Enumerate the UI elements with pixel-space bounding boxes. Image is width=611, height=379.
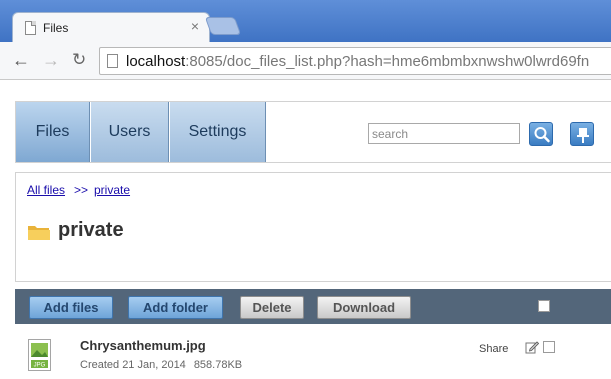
page-icon: [107, 54, 118, 68]
tab-settings[interactable]: Settings: [170, 102, 266, 162]
browser-tabstrip: Files ×: [0, 0, 611, 42]
web-page: Files Users Settings All files >> privat…: [0, 81, 611, 379]
file-size: 858.78KB: [193, 359, 243, 371]
browser-toolbar: ← → ↻ localhost:8085/doc_files_list.php?…: [0, 42, 611, 80]
forward-arrow-icon[interactable]: →: [42, 50, 60, 70]
folder-title: private: [58, 219, 124, 241]
delete-button[interactable]: Delete: [240, 296, 304, 319]
breadcrumb-separator: >>: [74, 183, 89, 197]
folder-panel: All files >> private private: [15, 172, 611, 282]
browser-tab[interactable]: Files ×: [12, 12, 210, 42]
file-type-label: JPG: [34, 363, 46, 369]
file-name[interactable]: Chrysanthemum.jpg: [80, 338, 206, 353]
pin-button[interactable]: [570, 122, 594, 146]
pushpin-icon: [577, 128, 589, 143]
file-checkbox[interactable]: [543, 341, 555, 353]
share-link[interactable]: Share: [479, 343, 508, 355]
download-button[interactable]: Download: [317, 296, 411, 319]
address-bar[interactable]: localhost:8085/doc_files_list.php?hash=h…: [99, 47, 611, 75]
tab-title: Files: [43, 21, 69, 35]
file-row[interactable]: JPG Chrysanthemum.jpg Created 21 Jan, 20…: [15, 331, 611, 379]
add-folder-button[interactable]: Add folder: [128, 296, 223, 319]
reload-icon[interactable]: ↻: [72, 50, 86, 70]
folder-icon: [28, 226, 50, 240]
main-menu: Files Users Settings: [15, 101, 611, 163]
add-files-button[interactable]: Add files: [29, 296, 113, 319]
breadcrumb-private[interactable]: private: [94, 183, 130, 197]
action-bar: Add files Add folder Delete Download: [15, 289, 611, 324]
file-meta: Created 21 Jan, 2014 858.78KB: [80, 359, 242, 371]
tab-files[interactable]: Files: [16, 102, 90, 162]
back-arrow-icon[interactable]: ←: [12, 50, 30, 70]
new-tab-button[interactable]: [204, 17, 242, 35]
edit-icon[interactable]: [525, 340, 539, 354]
file-created: Created 21 Jan, 2014: [80, 359, 186, 371]
select-all-checkbox[interactable]: [538, 300, 550, 312]
magnifier-icon: [534, 127, 550, 143]
search-button[interactable]: [529, 122, 553, 146]
url-text: localhost:8085/doc_files_list.php?hash=h…: [126, 53, 590, 70]
close-tab-icon[interactable]: ×: [191, 19, 199, 33]
tab-users[interactable]: Users: [91, 102, 169, 162]
page-icon: [25, 21, 36, 35]
breadcrumb-all-files[interactable]: All files: [27, 183, 65, 197]
jpg-file-icon: JPG: [28, 339, 51, 371]
search-input[interactable]: [368, 123, 520, 144]
